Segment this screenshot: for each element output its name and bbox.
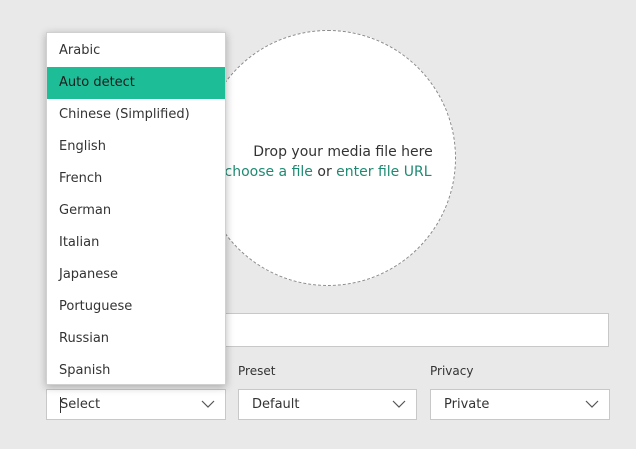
language-select-value: Select: [60, 397, 101, 412]
choose-file-link[interactable]: choose a file: [225, 164, 313, 180]
text-cursor: [60, 397, 61, 413]
privacy-select[interactable]: Private: [430, 389, 610, 420]
privacy-label: Privacy: [430, 364, 474, 378]
language-option[interactable]: Russian: [47, 323, 225, 355]
language-option[interactable]: French: [47, 163, 225, 195]
chevron-down-icon: [585, 400, 599, 408]
media-drop-zone[interactable]: Drop your media file here choose a file …: [200, 30, 456, 286]
language-option[interactable]: Italian: [47, 227, 225, 259]
chevron-down-icon: [201, 400, 215, 408]
language-option[interactable]: Arabic: [47, 35, 225, 67]
language-dropdown-list: Arabic Auto detect Chinese (Simplified) …: [46, 32, 226, 385]
drop-prompt: Drop your media file here: [253, 144, 433, 160]
language-option[interactable]: Portuguese: [47, 291, 225, 323]
language-option[interactable]: Spanish: [47, 355, 225, 387]
language-option[interactable]: German: [47, 195, 225, 227]
drop-links: choose a file or enter file URL: [201, 162, 455, 182]
preset-select-value: Default: [252, 397, 300, 412]
enter-url-link[interactable]: enter file URL: [336, 164, 431, 180]
language-select[interactable]: Select: [46, 389, 226, 420]
language-option[interactable]: Auto detect: [47, 67, 225, 99]
language-option[interactable]: Chinese (Simplified): [47, 99, 225, 131]
or-text: or: [312, 164, 337, 180]
language-option[interactable]: English: [47, 131, 225, 163]
privacy-select-value: Private: [444, 397, 490, 412]
language-option[interactable]: Japanese: [47, 259, 225, 291]
chevron-down-icon: [392, 400, 406, 408]
preset-select[interactable]: Default: [238, 389, 417, 420]
preset-label: Preset: [238, 364, 276, 378]
